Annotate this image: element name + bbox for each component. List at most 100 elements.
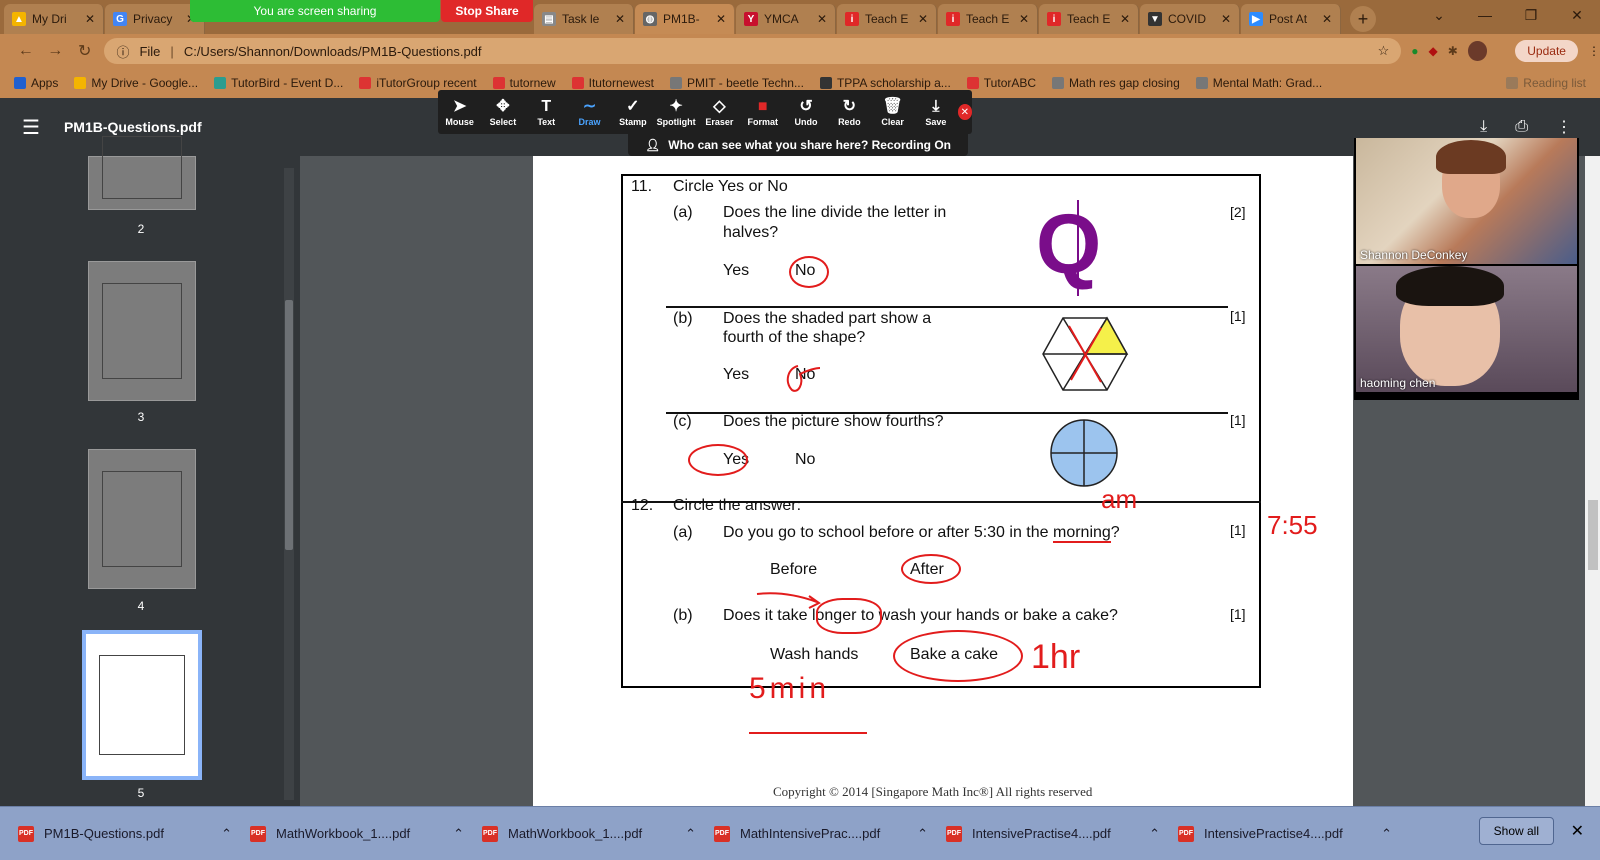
- chevron-up-icon[interactable]: ⌃: [917, 826, 928, 842]
- reload-icon[interactable]: ↻: [75, 41, 94, 61]
- browser-tab[interactable]: ▼ COVID ✕: [1140, 4, 1240, 34]
- tool-clear[interactable]: 🗑︎ Clear: [871, 97, 914, 127]
- tool-select[interactable]: ✥ Select: [481, 97, 524, 127]
- tab-search-icon[interactable]: ⌄: [1416, 0, 1462, 30]
- url-bar[interactable]: ⓘ File | C:/Users/Shannon/Downloads/PM1B…: [104, 38, 1402, 64]
- bookmark-item[interactable]: TutorABC: [966, 76, 1036, 90]
- page-scrollbar[interactable]: [1585, 156, 1600, 806]
- download-icon[interactable]: ⤓: [1480, 118, 1487, 136]
- forward-icon[interactable]: →: [45, 42, 64, 60]
- page-thumbnail-active[interactable]: [82, 630, 202, 780]
- participant-name: haoming chen: [1360, 376, 1436, 390]
- close-tab-icon[interactable]: ✕: [1322, 12, 1332, 26]
- download-item[interactable]: PDF MathIntensivePrac....pdf ⌃: [696, 825, 928, 842]
- page-thumbnail[interactable]: [88, 136, 196, 210]
- bookmark-item[interactable]: Math res gap closing: [1052, 76, 1180, 90]
- chevron-up-icon[interactable]: ⌃: [685, 826, 696, 842]
- tool-draw[interactable]: ∼ Draw: [568, 97, 611, 127]
- update-button[interactable]: Update: [1515, 40, 1578, 62]
- browser-tab[interactable]: i Teach E ✕: [938, 4, 1038, 34]
- address-bar-row: ← → ↻ ⓘ File | C:/Users/Shannon/Download…: [0, 34, 1600, 68]
- bookmark-item[interactable]: Mental Math: Grad...: [1195, 76, 1322, 90]
- print-icon[interactable]: ⎙: [1515, 118, 1528, 136]
- show-all-button[interactable]: Show all: [1478, 817, 1554, 845]
- itutor-icon: i: [946, 12, 960, 26]
- browser-tab[interactable]: Y YMCA ✕: [736, 4, 836, 34]
- close-tab-icon[interactable]: ✕: [1019, 12, 1029, 26]
- download-item[interactable]: PDF MathWorkbook_1....pdf ⌃: [232, 825, 464, 842]
- pdf-title: PM1B-Questions.pdf: [63, 119, 202, 135]
- puzzle-icon[interactable]: ✱: [1448, 44, 1458, 58]
- browser-tab[interactable]: ▤ Task le ✕: [534, 4, 634, 34]
- minimize-icon[interactable]: —: [1462, 0, 1508, 30]
- page-scrollbar-thumb[interactable]: [1588, 500, 1598, 570]
- browser-tab[interactable]: i Teach E ✕: [1039, 4, 1139, 34]
- back-icon[interactable]: ←: [16, 42, 35, 60]
- circle-fourths-picture: [1050, 419, 1118, 487]
- hamburger-menu-icon[interactable]: ☰: [22, 115, 40, 140]
- download-item[interactable]: PDF MathWorkbook_1....pdf ⌃: [464, 825, 696, 842]
- sidebar-scrollbar-thumb[interactable]: [285, 300, 293, 550]
- browser-tab[interactable]: i Teach E ✕: [837, 4, 937, 34]
- bookmark-apps[interactable]: Apps: [14, 76, 58, 90]
- close-tab-icon[interactable]: ✕: [918, 12, 928, 26]
- profile-avatar[interactable]: [1467, 41, 1488, 61]
- info-icon[interactable]: ⓘ: [116, 42, 129, 61]
- close-tab-icon[interactable]: ✕: [716, 12, 726, 26]
- close-window-icon[interactable]: ✕: [1554, 0, 1600, 30]
- close-tab-icon[interactable]: ✕: [1221, 12, 1231, 26]
- page-thumbnail[interactable]: [88, 449, 196, 589]
- extension-icon[interactable]: ●: [1411, 44, 1418, 58]
- tool-redo[interactable]: ↻ Redo: [828, 97, 871, 127]
- download-item[interactable]: PDF PM1B-Questions.pdf ⌃: [0, 825, 232, 842]
- close-tab-icon[interactable]: ✕: [1120, 12, 1130, 26]
- new-tab-button[interactable]: +: [1350, 6, 1376, 32]
- chevron-up-icon[interactable]: ⌃: [453, 826, 464, 842]
- page-thumbnail[interactable]: [88, 261, 196, 401]
- bookmark-star-icon[interactable]: ☆: [1378, 43, 1390, 59]
- chevron-up-icon[interactable]: ⌃: [1149, 826, 1160, 842]
- ublock-icon[interactable]: ◆: [1428, 44, 1437, 58]
- bookmark-item[interactable]: PMIT - beetle Techn...: [670, 76, 804, 90]
- bookmark-item[interactable]: TutorBird - Event D...: [214, 76, 343, 90]
- download-item[interactable]: PDF IntensivePractise4....pdf ⌃: [1160, 825, 1392, 842]
- tool-eraser[interactable]: ◇ Eraser: [698, 97, 741, 127]
- reading-list[interactable]: Reading list: [1506, 76, 1600, 90]
- chevron-up-icon[interactable]: ⌃: [221, 826, 232, 842]
- chevron-up-icon[interactable]: ⌃: [1381, 826, 1392, 842]
- close-tab-icon[interactable]: ✕: [817, 12, 827, 26]
- tool-spotlight[interactable]: ✦ Spotlight: [654, 97, 697, 127]
- browser-tab[interactable]: ▶ Post At ✕: [1241, 4, 1341, 34]
- eraser-icon: ◇: [713, 98, 726, 115]
- tool-save[interactable]: ⤓ Save: [914, 97, 957, 127]
- close-tab-icon[interactable]: ✕: [85, 12, 95, 26]
- bookmark-item[interactable]: TPPA scholarship a...: [819, 76, 951, 90]
- menu-dots-icon[interactable]: ⋮: [1588, 44, 1600, 58]
- tool-text[interactable]: T Text: [525, 97, 568, 127]
- tool-mouse[interactable]: ➤ Mouse: [438, 97, 481, 127]
- bookmark-item[interactable]: Itutornewest: [571, 76, 654, 90]
- bookmark-item[interactable]: tutornew: [492, 76, 556, 90]
- bookmark-item[interactable]: My Drive - Google...: [74, 76, 198, 90]
- browser-tab-active[interactable]: ◍ PM1B- ✕: [635, 4, 735, 34]
- stop-share-button[interactable]: Stop Share: [441, 0, 533, 22]
- video-tile[interactable]: Shannon DeConkey: [1356, 138, 1577, 264]
- window-controls: ⌄ — ❐ ✕: [1416, 0, 1600, 30]
- itutor-icon: [359, 77, 372, 89]
- recording-notice[interactable]: 👤︎ Who can see what you share here? Reco…: [628, 134, 968, 156]
- close-downloads-icon[interactable]: ✕: [1571, 821, 1584, 841]
- browser-tab[interactable]: ▲ My Dri ✕: [4, 4, 104, 34]
- download-item[interactable]: PDF IntensivePractise4....pdf ⌃: [928, 825, 1160, 842]
- more-options-icon[interactable]: ⋮: [1556, 117, 1572, 137]
- close-tab-icon[interactable]: ✕: [615, 12, 625, 26]
- bookmark-item[interactable]: iTutorGroup recent: [359, 76, 477, 90]
- tool-stamp[interactable]: ✓ Stamp: [611, 97, 654, 127]
- restore-icon[interactable]: ❐: [1508, 0, 1554, 30]
- divider: [666, 306, 1228, 308]
- tool-format[interactable]: ■ Format: [741, 97, 784, 127]
- close-toolbar-icon[interactable]: ✕: [957, 104, 972, 120]
- tool-undo[interactable]: ↺ Undo: [784, 97, 827, 127]
- itutor-icon: i: [845, 12, 859, 26]
- video-tile[interactable]: haoming chen: [1356, 266, 1577, 392]
- q11c-no: No: [795, 451, 816, 468]
